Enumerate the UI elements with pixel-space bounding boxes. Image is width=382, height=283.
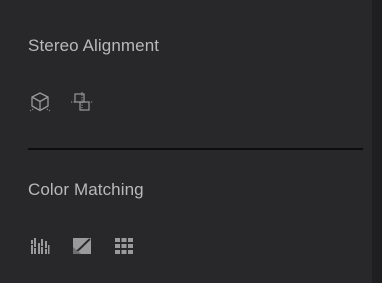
color-bars-icon[interactable] bbox=[28, 234, 52, 258]
color-grid-icon[interactable] bbox=[112, 234, 136, 258]
stereo-alignment-title: Stereo Alignment bbox=[28, 36, 160, 55]
color-matching-title: Color Matching bbox=[28, 180, 144, 199]
inspector-panel: Stereo Alignment Color Matching bbox=[0, 0, 382, 283]
stereo-align-icon[interactable] bbox=[70, 90, 94, 114]
stereo-alignment-tools bbox=[28, 90, 94, 114]
color-matching-tools bbox=[28, 234, 136, 258]
color-curve-icon[interactable] bbox=[70, 234, 94, 258]
section-divider bbox=[28, 148, 363, 150]
stereo-cube-icon[interactable] bbox=[28, 90, 52, 114]
